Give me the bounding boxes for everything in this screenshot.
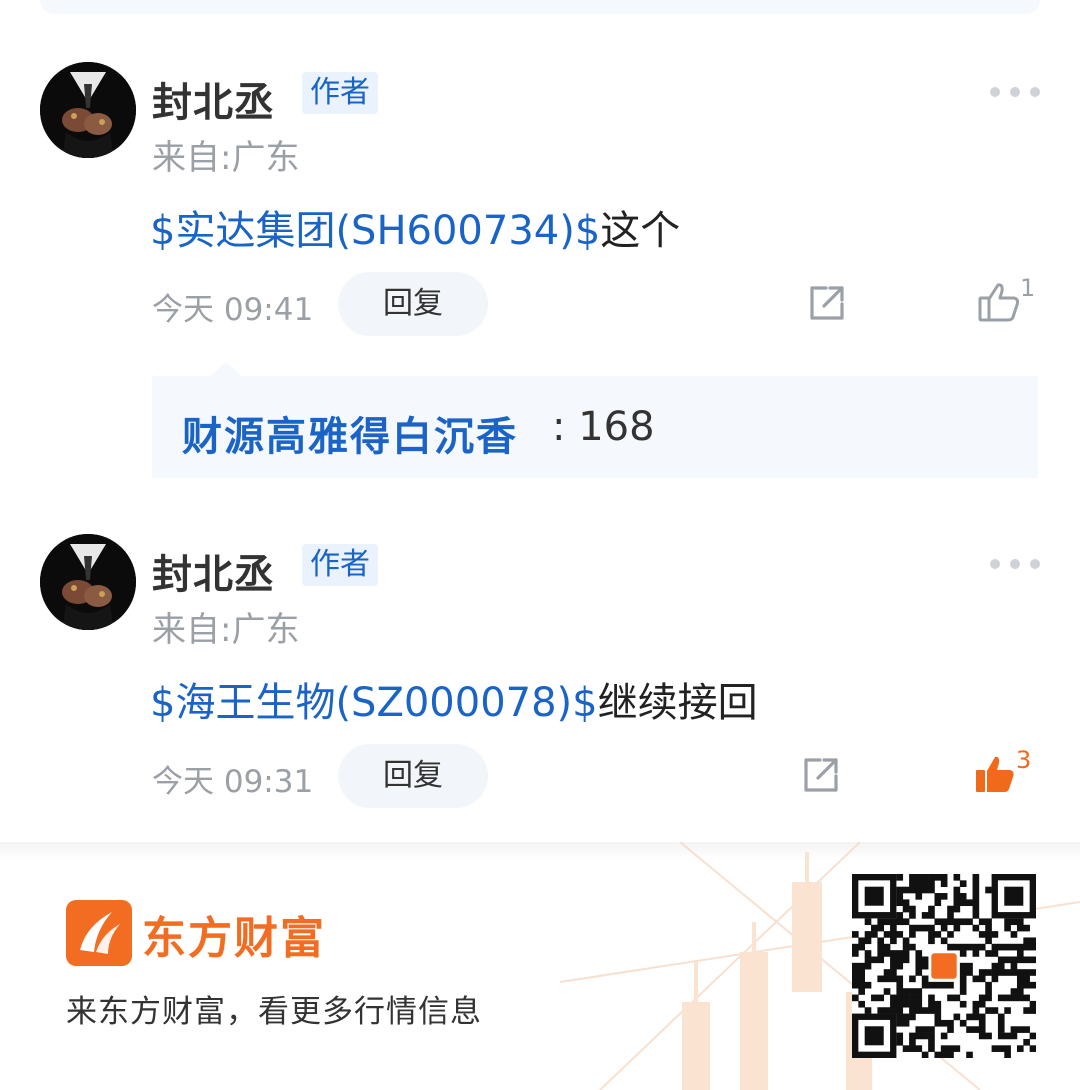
- author-tag: 作者: [302, 72, 378, 114]
- timestamp: 今天 09:41: [152, 292, 314, 328]
- share-icon[interactable]: [806, 282, 848, 328]
- share-icon[interactable]: [800, 754, 842, 800]
- subreply-pointer: [210, 362, 242, 376]
- more-dots-icon[interactable]: [990, 86, 1040, 98]
- reply-button[interactable]: 回复: [338, 744, 488, 808]
- author-name[interactable]: 封北丞: [152, 542, 275, 600]
- stock-link[interactable]: $海王生物(SZ000078)$: [150, 680, 598, 726]
- previous-card-edge: [40, 0, 1040, 14]
- brand-logo-icon: [66, 900, 132, 966]
- like-count: 3: [1016, 746, 1032, 774]
- location-label: 来自:广东: [152, 610, 300, 650]
- subreply-box[interactable]: 财源高雅得白沉香 : 168: [152, 376, 1038, 478]
- subreply-user[interactable]: 财源高雅得白沉香: [182, 404, 518, 462]
- avatar[interactable]: [40, 534, 136, 630]
- avatar[interactable]: [40, 62, 136, 158]
- brand-name: 东方财富: [142, 913, 326, 964]
- comment-text: 继续接回: [597, 680, 758, 726]
- location-label: 来自:广东: [152, 138, 300, 178]
- slogan: 来东方财富，看更多行情信息: [66, 994, 482, 1030]
- author-name[interactable]: 封北丞: [152, 70, 275, 128]
- comment-text: 这个: [600, 208, 681, 254]
- author-tag: 作者: [302, 544, 378, 586]
- promo-footer: 东方财富 来东方财富，看更多行情信息: [0, 842, 1080, 1090]
- comment-content: $实达集团(SH600734)$这个: [150, 198, 680, 256]
- timestamp: 今天 09:31: [152, 764, 314, 800]
- thumbs-up-icon[interactable]: [974, 754, 1016, 798]
- subreply-count: : 168: [552, 404, 655, 450]
- comment-content: $海王生物(SZ000078)$继续接回: [150, 670, 758, 728]
- stock-link[interactable]: $实达集团(SH600734)$: [150, 208, 600, 254]
- like-count: 1: [1020, 274, 1036, 302]
- thumbs-up-icon[interactable]: [978, 282, 1020, 326]
- qr-code[interactable]: [852, 874, 1036, 1058]
- reply-button[interactable]: 回复: [338, 272, 488, 336]
- more-dots-icon[interactable]: [990, 558, 1040, 570]
